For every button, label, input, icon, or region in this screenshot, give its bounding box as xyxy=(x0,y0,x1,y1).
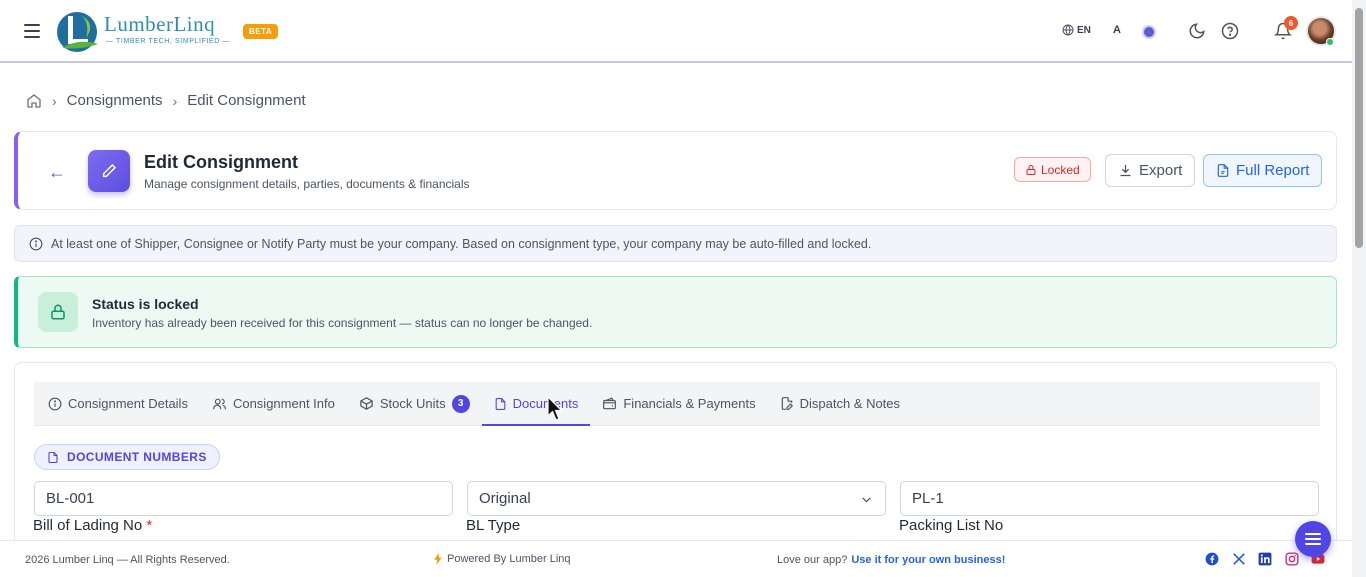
mouse-cursor-icon xyxy=(547,396,563,421)
locked-label: Locked xyxy=(1041,162,1080,177)
chevron-down-icon xyxy=(862,497,871,503)
status-icon-box xyxy=(38,292,78,332)
document-icon xyxy=(495,397,505,410)
tab-label: Consignment Details xyxy=(68,396,188,411)
status-locked-alert: Status is locked Inventory has already b… xyxy=(14,276,1337,348)
box-icon xyxy=(360,397,373,410)
document-icon xyxy=(48,451,58,463)
help-icon[interactable] xyxy=(1221,22,1239,40)
info-text: At least one of Shipper, Consignee or No… xyxy=(51,236,872,251)
full-report-button[interactable]: Full Report xyxy=(1203,154,1323,187)
stock-units-count-badge: 3 xyxy=(451,394,470,413)
bl-type-select[interactable]: Original xyxy=(467,481,886,516)
bl-type-value: Original xyxy=(479,490,531,507)
breadcrumb: › Consignments › Edit Consignment xyxy=(26,92,306,109)
tab-consignment-info[interactable]: Consignment Info xyxy=(200,382,347,425)
instagram-icon[interactable] xyxy=(1285,552,1299,566)
menu-icon[interactable] xyxy=(24,24,40,38)
footer: 2026 Lumber Linq — All Rights Reserved. … xyxy=(0,540,1352,577)
tab-label: Documents xyxy=(512,396,579,411)
beta-badge: BETA xyxy=(243,24,279,39)
breadcrumb-current: Edit Consignment xyxy=(187,92,306,109)
top-navbar: LumberLinq — TIMBER TECH, SIMPLIFIED — B… xyxy=(0,0,1352,63)
packing-list-value: PL-1 xyxy=(912,490,944,507)
language-code: EN xyxy=(1077,24,1091,36)
section-title: DOCUMENT NUMBERS xyxy=(67,450,207,464)
tab-label: Stock Units xyxy=(379,396,446,411)
tab-dispatch-notes[interactable]: Dispatch & Notes xyxy=(768,382,912,425)
bill-of-lading-value: BL-001 xyxy=(46,490,95,507)
facebook-icon[interactable] xyxy=(1205,552,1219,566)
info-icon xyxy=(48,397,62,410)
language-switcher[interactable]: EN xyxy=(1062,24,1091,36)
tab-documents[interactable]: Documents xyxy=(481,382,591,426)
bill-of-lading-input[interactable]: BL-001 xyxy=(34,481,453,516)
full-report-label: Full Report xyxy=(1236,162,1310,179)
powered-by-text: Powered By Lumber Linq xyxy=(447,553,571,565)
chevron-right-icon: › xyxy=(52,92,57,109)
footer-powered-by: Powered By Lumber Linq xyxy=(434,553,571,565)
theme-color-picker[interactable] xyxy=(1142,25,1156,39)
users-icon xyxy=(213,398,226,409)
packing-list-input[interactable]: PL-1 xyxy=(900,481,1319,516)
section-header-document-numbers: DOCUMENT NUMBERS xyxy=(34,444,220,470)
bill-of-lading-label-text: Bill of Lading No xyxy=(33,517,143,534)
packing-list-label: Packing List No xyxy=(899,517,1004,534)
wallet-icon xyxy=(603,396,617,409)
file-edit-icon xyxy=(781,397,793,410)
back-arrow-icon[interactable]: ← xyxy=(48,162,66,183)
bill-of-lading-label: Bill of Lading No * xyxy=(33,517,152,534)
lightning-icon xyxy=(434,553,442,565)
page-subtitle: Manage consignment details, parties, doc… xyxy=(144,177,470,191)
footer-copyright: 2026 Lumber Linq — All Rights Reserved. xyxy=(25,554,230,566)
footer-promo: Love our app? Use it for your own busines… xyxy=(777,554,1005,566)
tab-label: Dispatch & Notes xyxy=(799,396,901,411)
tab-consignment-details[interactable]: Consignment Details xyxy=(36,382,200,425)
use-it-link[interactable]: Use it for your own business! xyxy=(851,554,1005,566)
pdf-file-icon xyxy=(1217,164,1229,177)
chat-fab-button[interactable] xyxy=(1295,521,1331,557)
page-title: Edit Consignment xyxy=(144,152,298,172)
edit-icon-box xyxy=(88,150,130,192)
download-icon xyxy=(1120,164,1131,177)
tab-financials-payments[interactable]: Financials & Payments xyxy=(590,382,767,425)
logo-text: LumberLinq xyxy=(104,12,216,36)
status-title: Status is locked xyxy=(92,296,199,312)
logo-tagline: — TIMBER TECH, SIMPLIFIED — xyxy=(106,38,231,45)
x-icon[interactable] xyxy=(1232,552,1246,566)
font-size-toggle[interactable]: A xyxy=(1113,24,1121,36)
lock-icon xyxy=(51,304,65,320)
breadcrumb-consignments[interactable]: Consignments xyxy=(67,92,163,109)
globe-icon xyxy=(1062,24,1074,36)
export-label: Export xyxy=(1139,162,1183,179)
tab-bar: Consignment Details Consignment Info Sto… xyxy=(34,382,1320,426)
pencil-icon xyxy=(102,163,117,178)
page-header-card: ← Edit Consignment Manage consignment de… xyxy=(14,131,1337,210)
bl-type-label: BL Type xyxy=(466,517,521,534)
scrollbar-thumb[interactable] xyxy=(1355,8,1363,248)
tab-stock-units[interactable]: Stock Units 3 xyxy=(347,382,482,425)
list-icon xyxy=(1305,533,1321,545)
export-button[interactable]: Export xyxy=(1105,154,1196,187)
tab-label: Consignment Info xyxy=(232,396,335,411)
logo[interactable]: LumberLinq — TIMBER TECH, SIMPLIFIED — xyxy=(56,10,234,54)
info-alert: At least one of Shipper, Consignee or No… xyxy=(14,225,1337,262)
chevron-right-icon: › xyxy=(172,92,178,109)
logo-mark xyxy=(57,12,98,52)
online-status-dot xyxy=(1326,38,1334,46)
notification-badge: 6 xyxy=(1284,16,1298,30)
linkedin-icon[interactable] xyxy=(1258,552,1272,566)
info-icon xyxy=(29,237,43,250)
lock-icon xyxy=(1026,164,1036,175)
love-text: Love our app? xyxy=(777,554,848,566)
status-subtitle: Inventory has already been received for … xyxy=(92,316,593,330)
moon-icon[interactable] xyxy=(1188,22,1206,40)
required-mark: * xyxy=(146,517,153,534)
home-icon[interactable] xyxy=(26,93,42,109)
locked-badge: Locked xyxy=(1014,157,1091,182)
tab-label: Financials & Payments xyxy=(623,396,756,411)
